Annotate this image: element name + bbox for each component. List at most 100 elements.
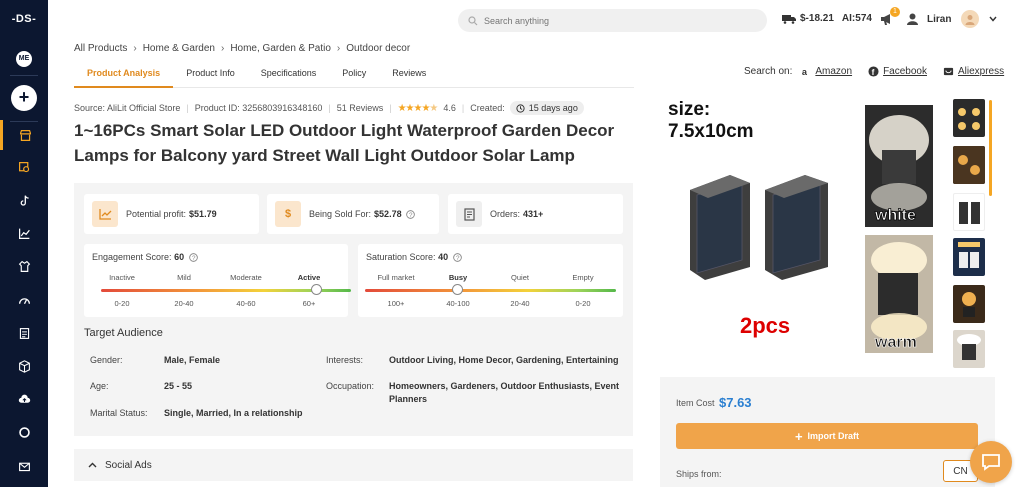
warm-light-photo: warm xyxy=(865,235,933,353)
sidebar-item-clothing[interactable] xyxy=(0,251,48,281)
product-main-image[interactable]: size: 7.5x10cm 2pcs white warm xyxy=(660,95,940,365)
svg-text:?: ? xyxy=(192,255,196,262)
breadcrumb-item[interactable]: Outdoor decor xyxy=(346,43,410,54)
chevron-up-icon xyxy=(88,462,97,468)
sidebar-item-dashboard[interactable] xyxy=(0,285,48,315)
sidebar: -DS- ME + xyxy=(0,0,48,487)
import-draft-button[interactable]: + Import Draft xyxy=(676,423,978,449)
facebook-link[interactable]: Facebook xyxy=(883,66,927,77)
breadcrumb: All Products › Home & Garden › Home, Gar… xyxy=(74,43,410,54)
profit-value: $51.79 xyxy=(189,209,217,219)
sidebar-item-documents[interactable] xyxy=(0,318,48,348)
search-input[interactable] xyxy=(484,15,744,26)
chat-button[interactable] xyxy=(970,441,1012,483)
engagement-label: Engagement Score: xyxy=(92,252,172,262)
saturation-range: 100+ xyxy=(387,299,405,308)
created-badge: 15 days ago xyxy=(509,101,584,115)
user-icon xyxy=(907,13,918,25)
white-light-photo: white xyxy=(865,105,933,227)
tab-reviews[interactable]: Reviews xyxy=(379,62,439,88)
sidebar-item-tiktok[interactable] xyxy=(0,185,48,215)
engagement-level: Moderate xyxy=(230,273,262,282)
tab-product-info[interactable]: Product Info xyxy=(173,62,248,88)
global-search[interactable] xyxy=(458,9,767,32)
sidebar-item-packages[interactable] xyxy=(0,351,48,381)
sidebar-item-mail[interactable] xyxy=(0,451,48,481)
amazon-link[interactable]: Amazon xyxy=(815,66,852,77)
engagement-value: 60 xyxy=(174,252,185,262)
product-id: Product ID: 3256803916348160 xyxy=(194,103,323,113)
search-on-bar: Search on: a Amazon f Facebook Aliexpres… xyxy=(744,66,1012,77)
app-logo[interactable]: -DS- xyxy=(0,13,48,25)
saturation-level: Full market xyxy=(377,273,415,282)
avatar xyxy=(961,10,980,28)
white-label: white xyxy=(874,207,916,224)
product-tabs: Product Analysis Product Info Specificat… xyxy=(74,62,634,88)
tab-product-analysis[interactable]: Product Analysis xyxy=(74,62,174,88)
product-title: 1~16PCs Smart Solar LED Outdoor Light Wa… xyxy=(74,121,615,165)
sidebar-item-store[interactable] xyxy=(0,120,48,150)
profit-label: Potential profit: xyxy=(126,209,187,219)
thumbnail[interactable] xyxy=(953,285,985,323)
sidebar-item-trends[interactable] xyxy=(0,218,48,248)
tab-specifications[interactable]: Specifications xyxy=(248,62,330,88)
chevron-right-icon: › xyxy=(336,43,341,54)
thumbnail[interactable] xyxy=(953,238,985,276)
marital-value: Single, Married, In a relationship xyxy=(164,408,303,418)
item-cost-value: $7.63 xyxy=(719,395,752,410)
add-button[interactable]: + xyxy=(11,85,37,111)
item-cost-label: Item Cost xyxy=(676,398,715,408)
potential-profit-card: Potential profit: $51.79 xyxy=(84,194,259,234)
reviews-count[interactable]: 51 Reviews xyxy=(337,103,384,113)
sidebar-item-product-search[interactable] xyxy=(0,152,48,182)
mail-icon xyxy=(18,462,30,471)
search-icon xyxy=(468,15,478,25)
breadcrumb-item[interactable]: Home, Garden & Patio xyxy=(230,43,331,54)
engagement-range: 0-20 xyxy=(114,299,130,308)
aliexpress-link[interactable]: Aliexpress xyxy=(958,66,1004,77)
thumbnail[interactable] xyxy=(953,146,985,184)
sold-value: $52.78 xyxy=(374,209,402,219)
balance-display[interactable]: $-18.21 AI:574 xyxy=(782,13,872,24)
import-draft-label: Import Draft xyxy=(807,431,860,441)
info-icon[interactable]: ? xyxy=(452,253,462,262)
profile-badge[interactable]: ME xyxy=(16,51,32,67)
info-icon[interactable]: ? xyxy=(188,253,198,262)
saturation-score-card: Saturation Score: 40 ? Full market Busy … xyxy=(358,244,623,317)
product-source[interactable]: Source: AliLit Official Store xyxy=(74,103,180,113)
analysis-panel: Potential profit: $51.79 $ Being Sold Fo… xyxy=(74,183,633,436)
product-meta: Source: AliLit Official Store | Product … xyxy=(74,101,584,115)
breadcrumb-item[interactable]: Home & Garden xyxy=(143,43,215,54)
interests-value: Outdoor Living, Home Decor, Gardening, E… xyxy=(389,355,619,365)
solar-lamp-right xyxy=(765,175,828,280)
saturation-label: Saturation Score: xyxy=(366,252,436,262)
document-icon xyxy=(19,327,29,339)
age-label: Age: xyxy=(90,381,109,391)
target-audience-heading: Target Audience xyxy=(84,327,163,339)
tab-policy[interactable]: Policy xyxy=(329,62,379,88)
balance-value: $-18.21 xyxy=(800,13,834,24)
saturation-level-active: Busy xyxy=(448,273,468,282)
user-menu[interactable]: Liran xyxy=(907,10,997,28)
sidebar-item-support[interactable] xyxy=(0,417,48,447)
chevron-down-icon xyxy=(989,16,997,22)
plus-icon: + xyxy=(794,428,803,444)
thumbnail[interactable] xyxy=(953,330,985,368)
saturation-indicator xyxy=(452,284,464,295)
created-value: 15 days ago xyxy=(528,103,578,113)
breadcrumb-item[interactable]: All Products xyxy=(74,43,127,54)
sidebar-item-upload[interactable] xyxy=(0,384,48,414)
clock-icon xyxy=(516,103,525,113)
profit-chart-icon xyxy=(92,201,118,227)
info-icon[interactable]: ? xyxy=(405,209,415,219)
search-on-label: Search on: xyxy=(744,66,793,77)
occupation-label: Occupation: xyxy=(326,381,375,391)
thumbnail[interactable] xyxy=(953,99,985,137)
thumbnail[interactable] xyxy=(953,193,985,231)
social-ads-section[interactable]: Social Ads xyxy=(74,449,633,481)
store-icon xyxy=(20,129,31,141)
thumbnail-scrollbar[interactable] xyxy=(989,100,992,196)
interests-label: Interests: xyxy=(326,355,364,365)
pcs-text: 2pcs xyxy=(740,313,790,338)
divider: | xyxy=(186,103,189,113)
